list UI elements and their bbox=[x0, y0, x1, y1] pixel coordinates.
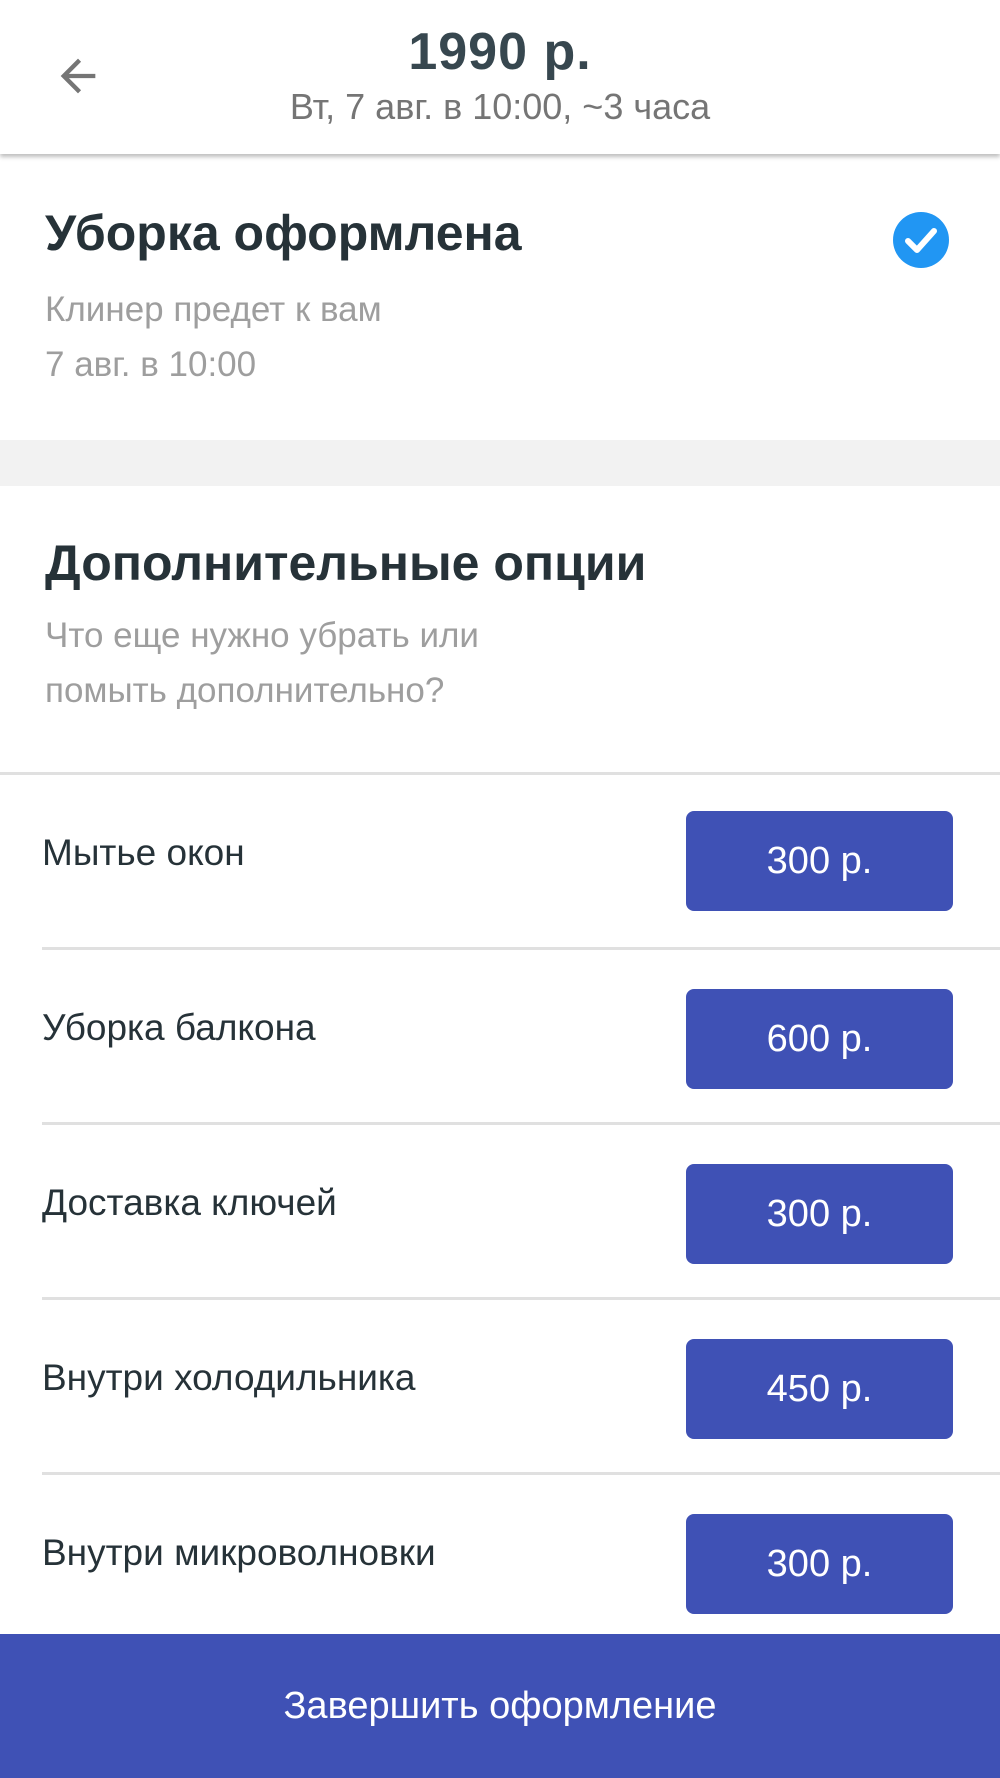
confirmation-title: Уборка оформлена bbox=[45, 205, 522, 261]
option-price-button[interactable]: 300 р. bbox=[686, 1514, 953, 1614]
section-separator bbox=[0, 440, 1000, 486]
confirmation-line-2: 7 авг. в 10:00 bbox=[45, 345, 257, 384]
option-price-button[interactable]: 450 р. bbox=[686, 1339, 953, 1439]
option-label: Внутри микроволновки bbox=[42, 1531, 436, 1573]
options-title: Дополнительные опции bbox=[45, 535, 647, 591]
option-price-button[interactable]: 300 р. bbox=[686, 811, 953, 911]
finish-order-button[interactable]: Завершить оформление bbox=[0, 1634, 1000, 1778]
option-label: Внутри холодильника bbox=[42, 1356, 416, 1398]
option-label: Доставка ключей bbox=[42, 1181, 337, 1223]
option-row-keys: Доставка ключей 300 р. bbox=[0, 1125, 1000, 1300]
option-price-button[interactable]: 300 р. bbox=[686, 1164, 953, 1264]
option-row-balcony: Уборка балкона 600 р. bbox=[0, 950, 1000, 1125]
options-subtitle-line-2: помыть дополнительно? bbox=[45, 671, 445, 710]
confirmation-text: Клинер предет к вам 7 авг. в 10:00 bbox=[45, 282, 382, 392]
confirmation-line-1: Клинер предет к вам bbox=[45, 290, 382, 329]
option-label: Мытье окон bbox=[42, 831, 245, 873]
options-subtitle-line-1: Что еще нужно убрать или bbox=[45, 616, 479, 655]
check-circle-icon bbox=[893, 212, 949, 268]
app-header: 1990 р. Вт, 7 авг. в 10:00, ~3 часа bbox=[0, 0, 1000, 154]
order-datetime: Вт, 7 авг. в 10:00, ~3 часа bbox=[289, 86, 711, 127]
option-row-microwave: Внутри микроволновки 300 р. bbox=[0, 1475, 1000, 1650]
option-row-windows: Мытье окон 300 р. bbox=[0, 775, 1000, 950]
confirmation-section: Уборка оформлена Клинер предет к вам 7 а… bbox=[0, 154, 1000, 440]
options-subtitle: Что еще нужно убрать или помыть дополнит… bbox=[45, 608, 479, 718]
option-label: Уборка балкона bbox=[42, 1006, 316, 1048]
option-price-button[interactable]: 600 р. bbox=[686, 989, 953, 1089]
additional-options-header: Дополнительные опции Что еще нужно убрат… bbox=[0, 486, 1000, 772]
option-row-fridge: Внутри холодильника 450 р. bbox=[0, 1300, 1000, 1475]
order-price: 1990 р. bbox=[408, 23, 592, 81]
